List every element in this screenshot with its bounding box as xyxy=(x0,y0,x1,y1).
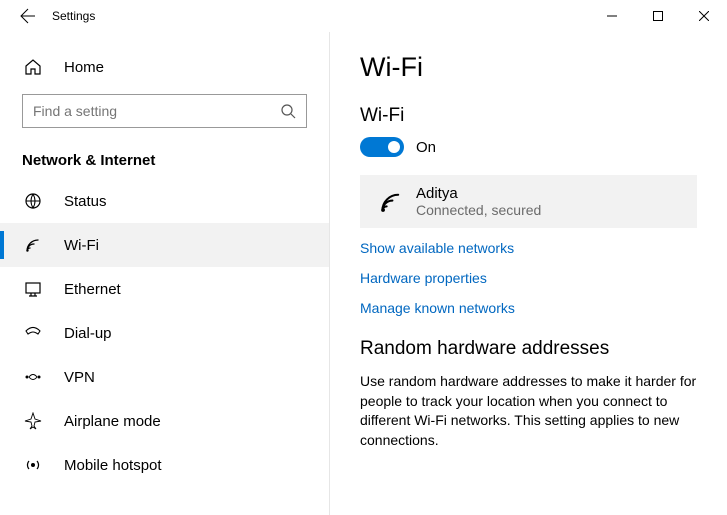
close-icon xyxy=(699,11,709,21)
window-title: Settings xyxy=(48,9,95,23)
sidebar-item-label: Ethernet xyxy=(64,281,121,298)
wifi-subheading: Wi-Fi xyxy=(360,105,697,127)
link-show-available[interactable]: Show available networks xyxy=(360,240,697,256)
minimize-button[interactable] xyxy=(589,0,635,32)
link-manage-known[interactable]: Manage known networks xyxy=(360,300,697,316)
arrow-left-icon xyxy=(20,8,36,24)
sidebar-item-label: VPN xyxy=(64,369,95,386)
back-button[interactable] xyxy=(8,8,48,24)
content: Wi-Fi Wi-Fi On Aditya Connected, secured… xyxy=(330,32,727,515)
close-button[interactable] xyxy=(681,0,727,32)
status-icon xyxy=(22,192,44,210)
network-name: Aditya xyxy=(416,185,541,202)
sidebar-item-label: Status xyxy=(64,193,107,210)
sidebar-home-label: Home xyxy=(64,59,104,76)
sidebar-item-label: Airplane mode xyxy=(64,413,161,430)
random-hw-body: Use random hardware addresses to make it… xyxy=(360,372,697,450)
sidebar-item-dialup[interactable]: Dial-up xyxy=(0,311,329,355)
search-icon xyxy=(280,103,296,119)
sidebar-item-ethernet[interactable]: Ethernet xyxy=(0,267,329,311)
search-box[interactable] xyxy=(22,94,307,128)
window-controls xyxy=(589,0,727,32)
maximize-button[interactable] xyxy=(635,0,681,32)
sidebar-item-wifi[interactable]: Wi-Fi xyxy=(0,223,329,267)
network-status: Connected, secured xyxy=(416,202,541,218)
airplane-icon xyxy=(22,412,44,430)
sidebar: Home Network & Internet Status xyxy=(0,32,330,515)
wifi-signal-icon xyxy=(374,189,408,215)
link-hardware-properties[interactable]: Hardware properties xyxy=(360,270,697,286)
ethernet-icon xyxy=(22,280,44,298)
vpn-icon xyxy=(22,368,44,386)
home-icon xyxy=(22,58,44,76)
sidebar-item-hotspot[interactable]: Mobile hotspot xyxy=(0,443,329,487)
sidebar-item-airplane[interactable]: Airplane mode xyxy=(0,399,329,443)
wifi-icon xyxy=(22,236,44,254)
hotspot-icon xyxy=(22,456,44,474)
sidebar-section-header: Network & Internet xyxy=(0,142,329,179)
wifi-toggle[interactable] xyxy=(360,137,404,157)
minimize-icon xyxy=(607,11,617,21)
sidebar-item-label: Mobile hotspot xyxy=(64,457,162,474)
sidebar-item-label: Wi-Fi xyxy=(64,237,99,254)
search-input[interactable] xyxy=(33,103,280,119)
sidebar-item-vpn[interactable]: VPN xyxy=(0,355,329,399)
sidebar-item-status[interactable]: Status xyxy=(0,179,329,223)
maximize-icon xyxy=(653,11,663,21)
sidebar-home[interactable]: Home xyxy=(0,48,329,86)
random-hw-title: Random hardware addresses xyxy=(360,338,697,360)
sidebar-item-label: Dial-up xyxy=(64,325,112,342)
current-network[interactable]: Aditya Connected, secured xyxy=(360,175,697,228)
dialup-icon xyxy=(22,324,44,342)
page-title: Wi-Fi xyxy=(360,52,697,83)
wifi-toggle-label: On xyxy=(416,139,436,156)
wifi-toggle-row: On xyxy=(360,137,697,157)
